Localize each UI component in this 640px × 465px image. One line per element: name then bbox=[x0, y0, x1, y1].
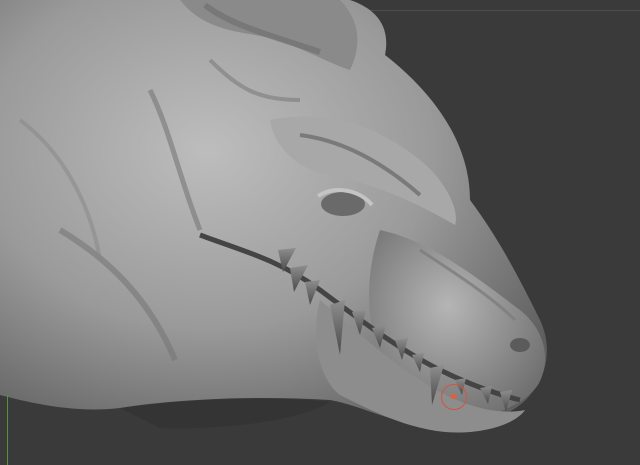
y-axis-gizmo bbox=[7, 395, 8, 465]
sculpt-model[interactable] bbox=[0, 0, 640, 465]
brush-center-icon bbox=[451, 394, 456, 399]
nostril bbox=[510, 338, 530, 352]
3d-viewport[interactable] bbox=[0, 0, 640, 465]
